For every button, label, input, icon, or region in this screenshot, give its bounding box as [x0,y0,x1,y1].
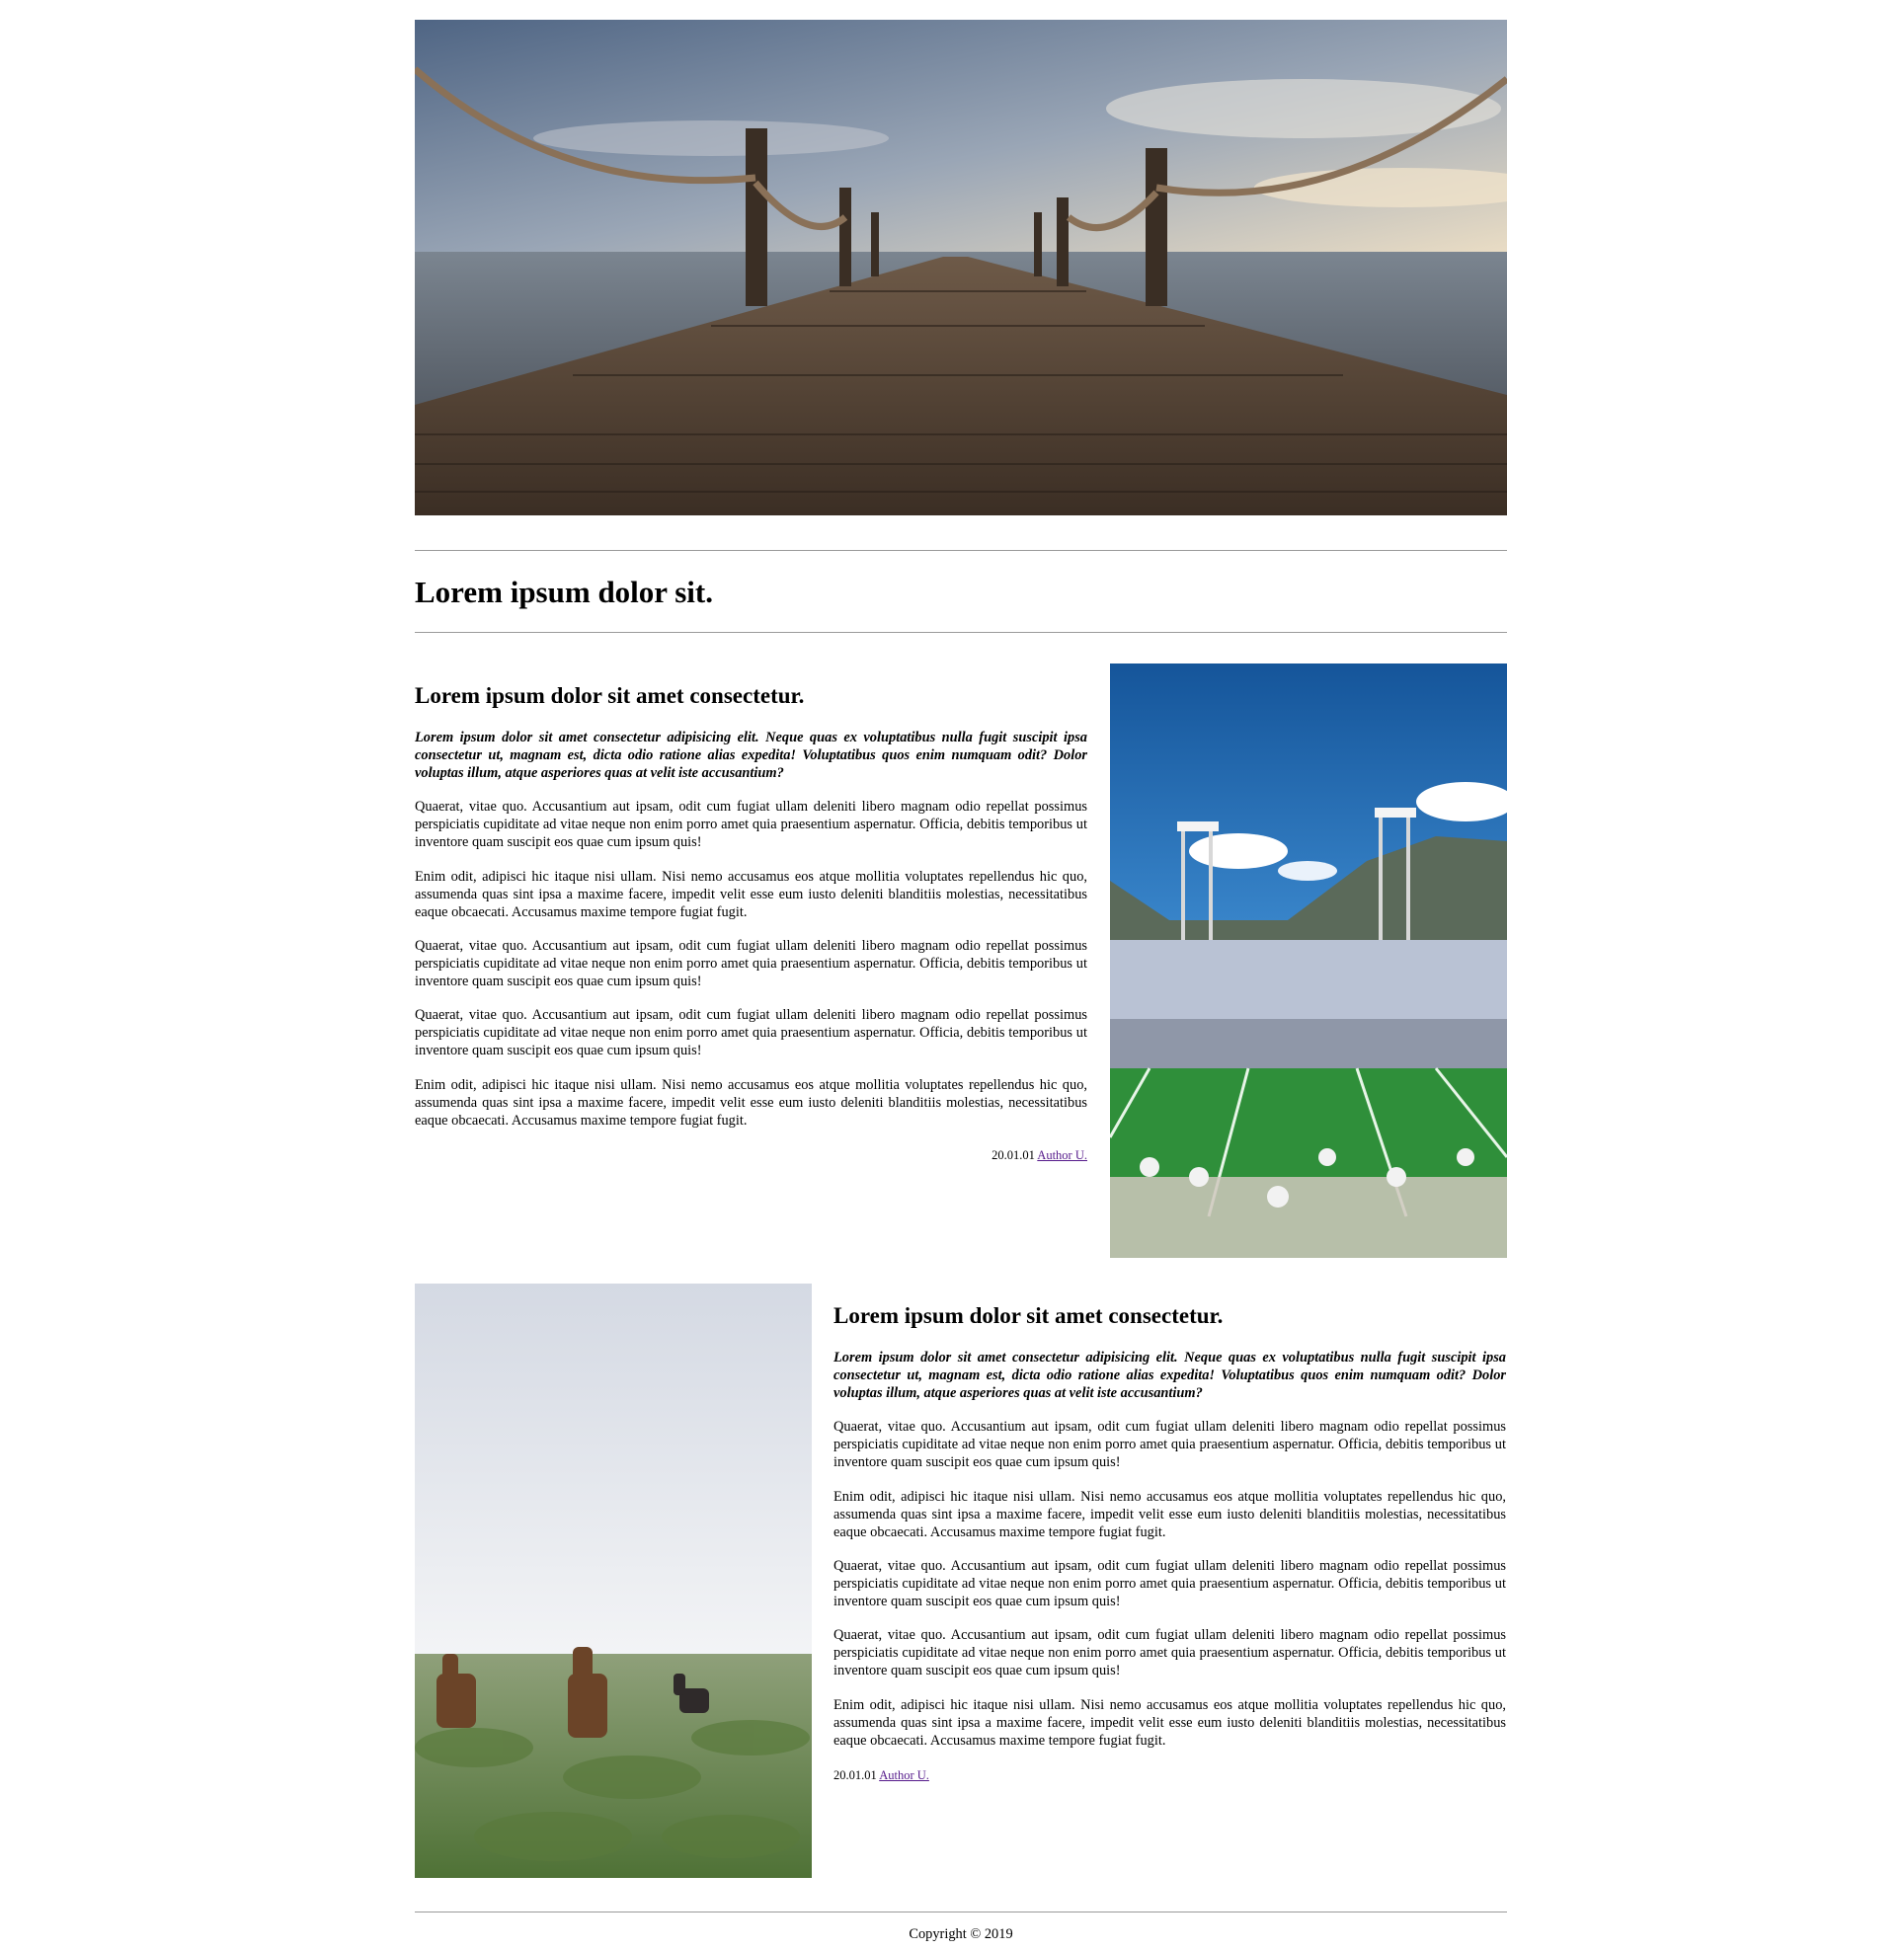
horses-photo-icon [415,1284,812,1878]
article-heading: Lorem ipsum dolor sit amet consectetur. [415,683,805,708]
article-image [1110,663,1507,1258]
article-date: 20.01.01 [992,1148,1035,1162]
article-paragraph: Quaerat, vitae quo. Accusantium aut ipsa… [833,1419,1506,1470]
article-meta: 20.01.01 Author U. [415,1147,1087,1163]
article-paragraph: Enim odit, adipisci hic itaque nisi ulla… [833,1489,1506,1540]
article-lead: Lorem ipsum dolor sit amet consectetur a… [415,730,1087,781]
article-paragraph: Quaerat, vitae quo. Accusantium aut ipsa… [415,938,1087,989]
article-paragraph: Enim odit, adipisci hic itaque nisi ulla… [415,869,1087,920]
author-link[interactable]: Author U. [879,1768,929,1782]
page-title: Lorem ipsum dolor sit. [415,575,713,609]
article-paragraph: Quaerat, vitae quo. Accusantium aut ipsa… [833,1627,1506,1678]
article-image [415,1284,812,1878]
pier-photo-icon [415,20,1507,515]
article-lead: Lorem ipsum dolor sit amet consectetur a… [833,1350,1506,1401]
hero-image [415,20,1507,515]
author-link[interactable]: Author U. [1037,1148,1087,1162]
article-paragraph: Quaerat, vitae quo. Accusantium aut ipsa… [833,1558,1506,1609]
divider [415,632,1507,633]
copyright-text: Copyright © 2019 [909,1926,1013,1942]
article-meta: 20.01.01 Author U. [833,1767,1506,1783]
article-heading: Lorem ipsum dolor sit amet consectetur. [833,1303,1224,1328]
article-date: 20.01.01 [833,1768,877,1782]
article-paragraph: Enim odit, adipisci hic itaque nisi ulla… [415,1077,1087,1129]
article-paragraph: Quaerat, vitae quo. Accusantium aut ipsa… [415,1007,1087,1058]
article-paragraph: Enim odit, adipisci hic itaque nisi ulla… [833,1697,1506,1749]
stadium-photo-icon [1110,663,1507,1258]
article-paragraph: Quaerat, vitae quo. Accusantium aut ipsa… [415,799,1087,850]
divider [415,550,1507,551]
